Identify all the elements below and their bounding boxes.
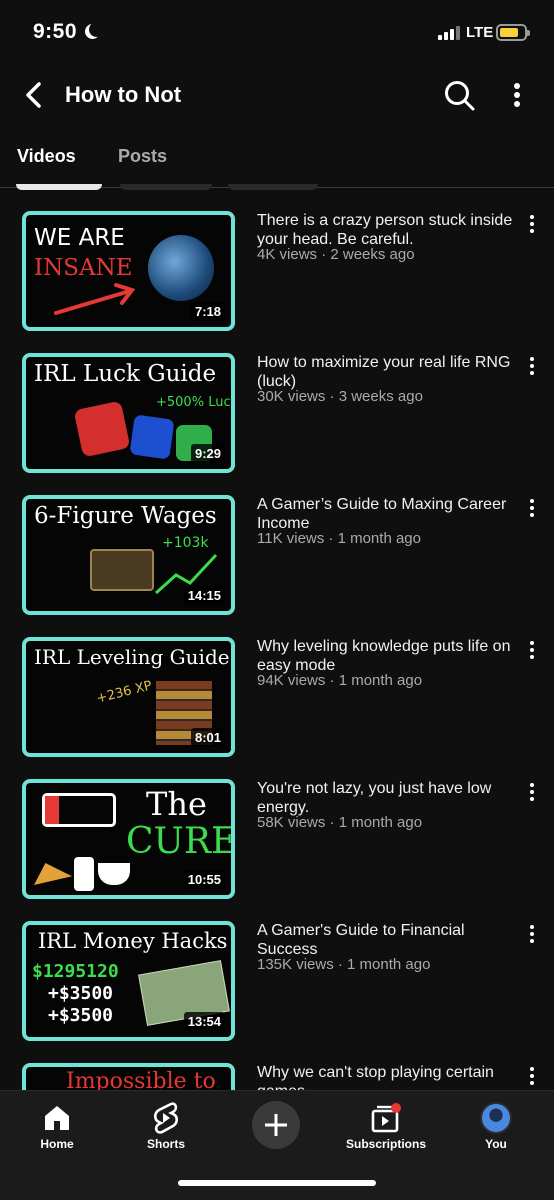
video-duration: 7:18: [190, 302, 225, 321]
dice-graphic: [129, 414, 175, 460]
thumbnail-text: +500% Luck: [156, 395, 235, 410]
video-meta: 30K views · 3 weeks ago: [257, 388, 423, 405]
thumbnail-text: CURE: [126, 821, 235, 862]
nav-subscriptions[interactable]: Subscriptions: [336, 1101, 436, 1151]
thumbnail-text: $1295120: [32, 961, 119, 982]
moon-icon: [89, 22, 104, 37]
video-title[interactable]: A Gamer’s Guide to Maxing Career Income: [257, 495, 519, 533]
more-options-icon[interactable]: [502, 78, 532, 112]
search-icon[interactable]: [442, 78, 476, 112]
nav-label: Subscriptions: [345, 1137, 426, 1151]
video-thumbnail[interactable]: IRL Luck Guide +500% Luck 9:29: [22, 353, 235, 473]
filter-chip[interactable]: [120, 184, 212, 190]
video-more-icon[interactable]: [524, 783, 540, 805]
thumbnail-text: +$3500: [48, 1005, 114, 1026]
arrow-graphic: [54, 283, 136, 315]
video-item[interactable]: IRL Money Hacks $1295120 +$3500 +$3500 1…: [0, 921, 554, 1051]
shorts-icon: [153, 1102, 179, 1134]
video-thumbnail[interactable]: 6-Figure Wages +103k 14:15: [22, 495, 235, 615]
video-duration: 10:55: [183, 870, 225, 889]
video-more-icon[interactable]: [524, 925, 540, 947]
thumbnail-text: +236 XP: [95, 678, 154, 707]
video-item[interactable]: IRL Leveling Guide +236 XP 8:01 Why leve…: [0, 637, 554, 767]
nav-label: Shorts: [146, 1137, 185, 1151]
video-thumbnail[interactable]: WE ARE INSANE 7:18: [22, 211, 235, 331]
video-more-icon[interactable]: [524, 499, 540, 521]
tab-videos[interactable]: Videos: [17, 146, 76, 167]
video-title[interactable]: You're not lazy, you just have low energ…: [257, 779, 519, 817]
nav-label: You: [485, 1137, 507, 1151]
nav-home[interactable]: Home: [7, 1101, 107, 1151]
video-meta: 58K views · 1 month ago: [257, 814, 423, 831]
video-duration: 8:01: [190, 728, 225, 747]
video-item[interactable]: The CURE 10:55 You're not lazy, you just…: [0, 779, 554, 909]
nav-you[interactable]: You: [446, 1101, 546, 1151]
thumbnail-text: 6-Figure Wages: [34, 503, 217, 529]
back-arrow-icon[interactable]: [20, 80, 48, 110]
video-title[interactable]: How to maximize your real life RNG (luck…: [257, 353, 519, 391]
nav-shorts[interactable]: Shorts: [116, 1101, 216, 1151]
thumbnail-text: IRL Money Hacks: [38, 929, 228, 953]
video-title[interactable]: There is a crazy person stuck inside you…: [257, 211, 519, 249]
video-meta: 94K views · 1 month ago: [257, 672, 423, 689]
video-meta: 11K views · 1 month ago: [257, 530, 421, 547]
video-item[interactable]: IRL Luck Guide +500% Luck 9:29 How to ma…: [0, 353, 554, 483]
signal-icon: [438, 26, 460, 40]
home-icon: [45, 1106, 69, 1130]
create-icon: [265, 1114, 287, 1136]
thumbnail-text: INSANE: [34, 255, 133, 281]
network-label: LTE: [466, 24, 494, 41]
video-more-icon[interactable]: [524, 357, 540, 379]
thumbnail-text: The: [146, 785, 207, 823]
video-item[interactable]: 6-Figure Wages +103k 14:15 A Gamer’s Gui…: [0, 495, 554, 625]
video-more-icon[interactable]: [524, 1067, 540, 1089]
video-thumbnail[interactable]: The CURE 10:55: [22, 779, 235, 899]
battery-icon: [496, 24, 530, 41]
video-more-icon[interactable]: [524, 215, 540, 237]
video-duration: 9:29: [190, 444, 225, 463]
dice-graphic: [73, 400, 131, 458]
video-item[interactable]: WE ARE INSANE 7:18 There is a crazy pers…: [0, 211, 554, 341]
filter-chip[interactable]: [228, 184, 318, 190]
page-title: How to Not: [65, 82, 182, 107]
create-button[interactable]: [252, 1101, 300, 1149]
video-thumbnail[interactable]: IRL Leveling Guide +236 XP 8:01: [22, 637, 235, 757]
battery-graphic: [42, 793, 116, 827]
thumbnail-text: IRL Leveling Guide: [34, 645, 230, 669]
tab-bar: Videos Posts: [0, 126, 554, 188]
video-title[interactable]: A Gamer's Guide to Financial Success: [257, 921, 519, 959]
thumbnail-text: IRL Luck Guide: [34, 361, 217, 387]
avatar: [480, 1102, 512, 1134]
phone-graphic: [74, 857, 94, 891]
video-more-icon[interactable]: [524, 641, 540, 663]
thumbnail-text: WE ARE: [34, 225, 125, 251]
subscriptions-icon: [371, 1103, 401, 1133]
pizza-graphic: [34, 863, 72, 885]
coffee-graphic: [98, 863, 130, 885]
video-meta: 4K views · 2 weeks ago: [257, 246, 415, 263]
video-duration: 14:15: [183, 586, 225, 605]
home-indicator: [178, 1180, 376, 1186]
video-duration: 13:54: [183, 1012, 225, 1031]
tab-posts[interactable]: Posts: [118, 146, 167, 167]
video-thumbnail[interactable]: IRL Money Hacks $1295120 +$3500 +$3500 1…: [22, 921, 235, 1041]
earth-graphic: [148, 235, 214, 301]
filter-chip[interactable]: [16, 184, 102, 190]
money-case-graphic: [90, 549, 154, 591]
thumbnail-text: +$3500: [48, 983, 114, 1004]
status-time: 9:50: [33, 20, 100, 44]
status-bar: 9:50 LTE: [0, 0, 554, 64]
nav-label: Home: [40, 1137, 74, 1151]
channel-header: How to Not: [0, 64, 554, 126]
video-title[interactable]: Why leveling knowledge puts life on easy…: [257, 637, 519, 675]
video-meta: 135K views · 1 month ago: [257, 956, 431, 973]
